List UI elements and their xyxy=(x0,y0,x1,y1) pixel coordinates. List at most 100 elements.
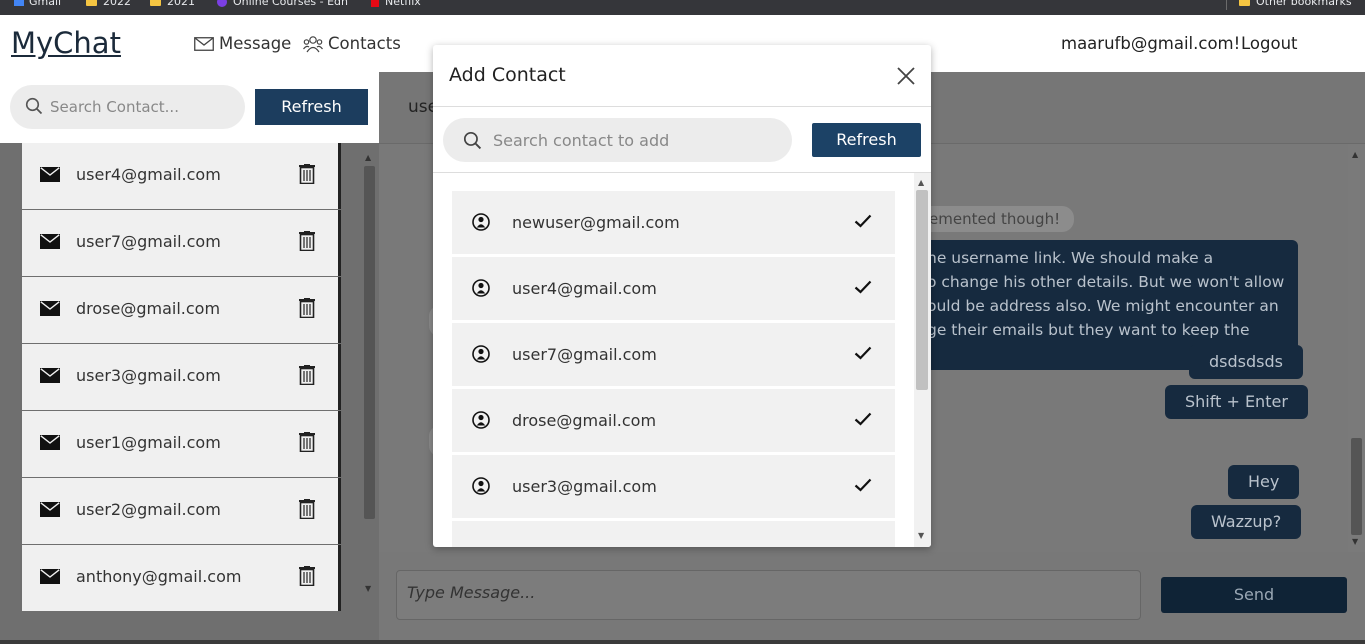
contact-item[interactable]: user3@gmail.com xyxy=(22,344,341,410)
modal-scrollbar[interactable] xyxy=(914,173,931,547)
chat-scrollbar[interactable] xyxy=(1348,144,1365,552)
folder-icon xyxy=(86,0,97,6)
contact-item[interactable]: anthony@gmail.com xyxy=(22,545,341,611)
message-input[interactable]: Type Message... xyxy=(396,570,1141,620)
check-icon[interactable] xyxy=(854,280,872,294)
contact-item[interactable]: user1@gmail.com xyxy=(22,411,341,477)
search-result-item[interactable]: user4@gmail.com xyxy=(452,257,895,320)
contacts-sidebar: Search Contact... Refresh user4@gmail.co… xyxy=(0,72,379,644)
bookmark-online-courses[interactable]: Online Courses - Edh xyxy=(217,0,348,9)
contact-item[interactable]: user4@gmail.com xyxy=(22,143,341,209)
modal-refresh-button[interactable]: Refresh xyxy=(812,123,921,157)
nav-contacts-label: Contacts xyxy=(328,34,401,53)
message-bubble-sent: Hey xyxy=(1228,465,1300,499)
gmail-icon xyxy=(14,0,24,6)
message-line: he username link. We should make a xyxy=(927,249,1214,267)
contact-list-container: user4@gmail.com user7@gmail.com drose@gm… xyxy=(0,143,379,644)
search-result-item[interactable] xyxy=(452,521,895,547)
scroll-down-arrow-icon[interactable]: ▼ xyxy=(918,531,924,540)
modal-header: Add Contact xyxy=(433,45,931,107)
add-contact-search-input[interactable]: Search contact to add xyxy=(443,118,792,162)
person-icon xyxy=(472,279,490,297)
folder-icon xyxy=(1239,0,1250,6)
modal-divider xyxy=(433,172,931,173)
trash-icon[interactable] xyxy=(299,432,315,452)
current-user-email: maarufb@gmail.com! xyxy=(1061,34,1241,53)
bookmarks-bar: Gmail 2022 2021 Online Courses - Edh Net… xyxy=(0,0,1365,15)
mail-icon xyxy=(40,301,60,316)
mail-icon xyxy=(40,435,60,450)
message-line: ould be address also. We might encounter… xyxy=(927,297,1279,315)
mail-icon xyxy=(40,502,60,517)
scroll-up-arrow-icon[interactable]: ▲ xyxy=(1352,150,1358,159)
contact-email: user3@gmail.com xyxy=(76,366,221,385)
contact-search-input[interactable]: Search Contact... xyxy=(10,85,245,129)
bookmark-2022[interactable]: 2022 xyxy=(86,0,131,9)
message-bubble-sent: dsdsdsds xyxy=(1189,345,1303,379)
nav-message[interactable]: Message xyxy=(194,34,291,53)
mail-icon xyxy=(40,234,60,249)
trash-icon[interactable] xyxy=(299,298,315,318)
scroll-down-arrow-icon[interactable]: ▼ xyxy=(365,584,371,593)
search-results-list: newuser@gmail.com user4@gmail.com user7@… xyxy=(452,191,895,547)
search-result-item[interactable]: drose@gmail.com xyxy=(452,389,895,452)
contact-list: user4@gmail.com user7@gmail.com drose@gm… xyxy=(22,143,341,644)
contact-item[interactable]: drose@gmail.com xyxy=(22,277,341,343)
search-icon xyxy=(25,97,43,115)
search-icon xyxy=(463,131,482,150)
send-button[interactable]: Send xyxy=(1161,577,1347,613)
contact-item[interactable]: user2@gmail.com xyxy=(22,478,341,544)
trash-icon[interactable] xyxy=(299,365,315,385)
check-icon[interactable] xyxy=(854,346,872,360)
search-result-item[interactable]: newuser@gmail.com xyxy=(452,191,895,254)
logout-link[interactable]: Logout xyxy=(1241,34,1298,53)
netflix-icon xyxy=(371,0,379,7)
trash-icon[interactable] xyxy=(299,499,315,519)
contacts-icon xyxy=(303,35,323,52)
search-result-item[interactable]: user3@gmail.com xyxy=(452,455,895,518)
bookmark-other[interactable]: Other bookmarks xyxy=(1239,0,1352,9)
modal-title: Add Contact xyxy=(449,64,566,86)
check-icon[interactable] xyxy=(854,478,872,492)
contact-item[interactable]: user7@gmail.com xyxy=(22,210,341,276)
trash-icon[interactable] xyxy=(299,164,315,184)
sidebar-scroll-thumb[interactable] xyxy=(364,166,375,519)
scroll-down-arrow-icon[interactable]: ▼ xyxy=(1352,537,1358,546)
nav-contacts[interactable]: Contacts xyxy=(303,34,401,53)
person-icon xyxy=(472,477,490,495)
result-email: user4@gmail.com xyxy=(512,279,657,298)
chat-scroll-thumb[interactable] xyxy=(1351,438,1362,535)
contact-email: user1@gmail.com xyxy=(76,433,221,452)
result-email: drose@gmail.com xyxy=(512,411,657,430)
modal-scroll-thumb[interactable] xyxy=(916,190,928,390)
contact-email: user4@gmail.com xyxy=(76,165,221,184)
envelope-icon xyxy=(194,36,214,51)
contact-email: drose@gmail.com xyxy=(76,299,221,318)
bookmark-2021[interactable]: 2021 xyxy=(150,0,195,9)
contact-email: user2@gmail.com xyxy=(76,500,221,519)
add-contact-search-placeholder: Search contact to add xyxy=(493,131,670,150)
sidebar-scrollbar[interactable] xyxy=(361,148,377,602)
trash-icon[interactable] xyxy=(299,566,315,586)
result-email: newuser@gmail.com xyxy=(512,213,680,232)
search-result-item[interactable]: user7@gmail.com xyxy=(452,323,895,386)
close-icon[interactable] xyxy=(896,66,916,86)
message-line: o change his other details. But we won't… xyxy=(927,273,1285,291)
taskbar-edge xyxy=(0,640,1365,644)
app-logo[interactable]: MyChat xyxy=(11,26,121,60)
contact-search-placeholder: Search Contact... xyxy=(50,98,179,116)
scroll-up-arrow-icon[interactable]: ▲ xyxy=(365,153,371,162)
nav-message-label: Message xyxy=(219,34,292,53)
trash-icon[interactable] xyxy=(299,231,315,251)
result-email: user7@gmail.com xyxy=(512,345,657,364)
bookmark-gmail[interactable]: Gmail xyxy=(14,0,61,9)
scroll-up-arrow-icon[interactable]: ▲ xyxy=(918,178,924,187)
check-icon[interactable] xyxy=(854,412,872,426)
bookmark-netflix[interactable]: Netflix xyxy=(371,0,421,9)
check-icon[interactable] xyxy=(854,214,872,228)
folder-icon xyxy=(150,0,161,6)
sidebar-refresh-button[interactable]: Refresh xyxy=(255,89,368,125)
message-line: ge their emails but they want to keep th… xyxy=(927,321,1250,339)
mail-icon xyxy=(40,569,60,584)
person-icon xyxy=(472,345,490,363)
